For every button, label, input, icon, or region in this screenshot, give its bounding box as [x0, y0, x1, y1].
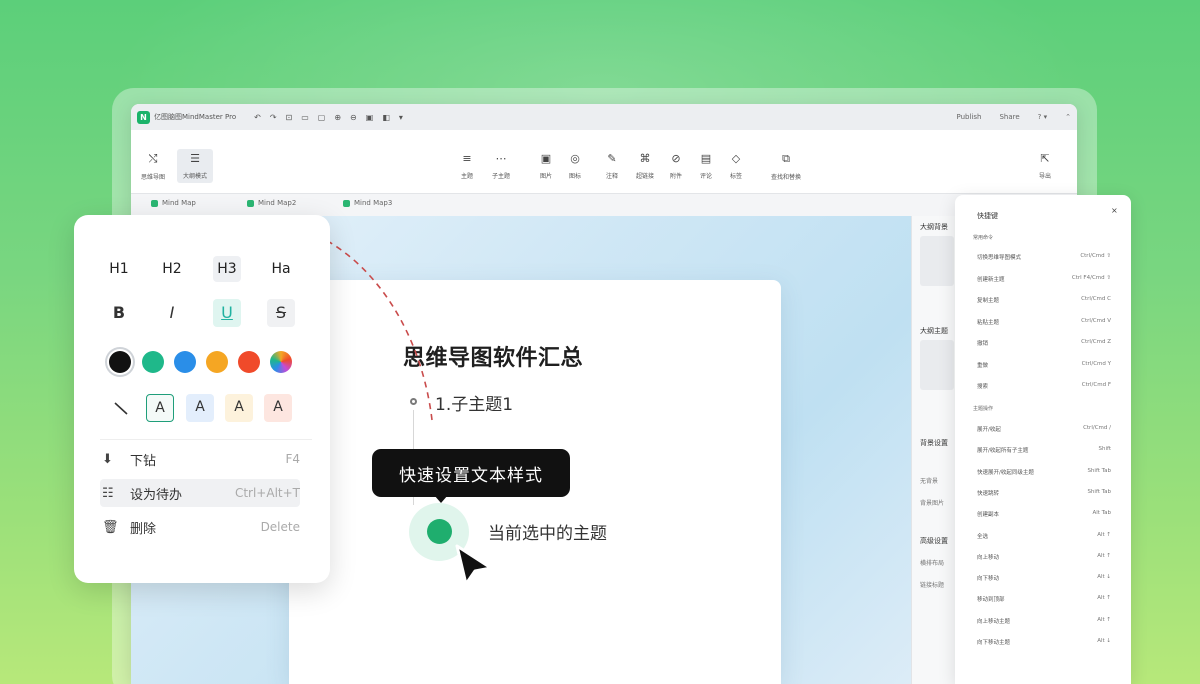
color-green-swatch[interactable]	[142, 351, 164, 373]
shortcut-key: Ctrl F4/Cmd ⇧	[1071, 274, 1111, 281]
shortcut-row: 复制主题 Ctrl/Cmd C	[977, 296, 1111, 304]
shortcut-label: 创建新主题	[977, 276, 1005, 283]
shortcut-label: 搜索	[977, 384, 989, 390]
shortcut-key: Ctrl/Cmd C	[1081, 296, 1111, 302]
shortcut-key: Shift	[1098, 446, 1111, 453]
color-black-swatch[interactable]	[109, 351, 131, 373]
bold-button[interactable]: B	[105, 299, 133, 327]
underline-button[interactable]: U	[213, 299, 241, 327]
shortcut-row: 向下移动主题 Alt ↓	[977, 638, 1111, 646]
shortcut-row: 展开/收起 Ctrl/Cmd /	[977, 425, 1111, 433]
trash-icon: 🗑	[102, 519, 119, 535]
shortcut-label: 展开/收起所有子主题	[977, 448, 1029, 455]
shortcut-row: 快速展开/收起同级主题 Shift Tab	[977, 468, 1111, 476]
heading-h2-button[interactable]: H2	[158, 256, 186, 282]
popup-divider	[100, 439, 312, 440]
shortcut-label: 重做	[977, 362, 989, 369]
shortcut-label: 粘贴主题	[977, 319, 1000, 326]
heading-ha-button[interactable]: Ha	[267, 256, 295, 282]
shortcut-key: Alt Tab	[1092, 510, 1111, 517]
shortcut-key: Ctrl/Cmd V	[1081, 317, 1111, 324]
menu-set-as-todo[interactable]: ☷ 设为待办 Ctrl+Alt+T	[100, 479, 300, 507]
heading-h1-button[interactable]: H1	[105, 256, 133, 282]
shortcut-key: Alt ↑	[1097, 531, 1111, 538]
shortcut-label: 快速展开/收起同级主题	[977, 469, 1034, 476]
shortcut-label: 复制主题	[977, 298, 1000, 304]
shortcut-label: 撤销	[977, 341, 989, 347]
color-orange-swatch[interactable]	[206, 351, 228, 373]
no-fill-icon	[114, 402, 128, 415]
shortcut-key: Alt ↑	[1097, 616, 1111, 623]
shortcut-label: 向下移动主题	[977, 640, 1011, 646]
shortcut-row: 快速跳转 Shift Tab	[977, 489, 1111, 497]
text-box-style-blue[interactable]: A	[186, 394, 214, 422]
text-box-style-outline[interactable]: A	[146, 394, 174, 422]
shortcut-label: 向上移动主题	[977, 618, 1011, 625]
shortcut-row: 向下移动 Alt ↓	[977, 574, 1111, 582]
shortcut-row: 搜索 Ctrl/Cmd F	[977, 382, 1111, 390]
shortcut-key: Ctrl/Cmd /	[1083, 425, 1111, 431]
shortcut-row: 创建副本 Alt Tab	[977, 510, 1111, 518]
shortcut-key: Shift Tab	[1087, 467, 1111, 474]
shortcut-row: 全选 Alt ↑	[977, 532, 1111, 540]
shortcut-key: Alt ↑	[1097, 595, 1111, 602]
shortcut-label: 快速跳转	[977, 490, 1000, 497]
no-fill-button[interactable]	[107, 394, 135, 422]
strikethrough-button[interactable]: S	[267, 299, 295, 327]
shortcut-label: 全选	[977, 533, 989, 540]
shortcut-row: 向上移动 Alt ↑	[977, 553, 1111, 561]
shortcut-label: 向下移动	[977, 576, 1000, 583]
shortcut-row: 粘贴主题 Ctrl/Cmd V	[977, 318, 1111, 326]
shortcut-key: Alt ↓	[1097, 574, 1111, 581]
shortcut-row: 创建新主题 Ctrl F4/Cmd ⇧	[977, 275, 1111, 283]
shortcut-panel-title: 快捷键	[977, 212, 998, 220]
shortcut-label: 展开/收起	[977, 427, 1001, 433]
shortcut-label: 创建副本	[977, 512, 1000, 519]
drill-down-icon: ⬇	[102, 451, 113, 467]
text-box-style-yellow[interactable]: A	[225, 394, 253, 422]
text-box-style-red[interactable]: A	[264, 394, 292, 422]
shortcut-row: 切换思维导图模式 Ctrl/Cmd ⇧	[977, 253, 1111, 261]
shortcut-row: 移动到顶部 Alt ↑	[977, 595, 1111, 603]
shortcut-panel: 快捷键 × 常用命令 主题操作 切换思维导图模式 Ctrl/Cmd ⇧ 创建新主题 C…	[955, 195, 1131, 684]
color-custom-swatch[interactable]	[270, 351, 292, 373]
italic-button[interactable]: I	[158, 299, 186, 327]
shortcut-label: 切换思维导图模式	[977, 255, 1022, 261]
text-style-popup: H1 H2 H3 Ha B I U S A A A A ⬇ 下钻 F4 ☷ 设为…	[74, 215, 330, 583]
shortcut-key: Shift Tab	[1087, 488, 1111, 495]
todo-icon: ☷	[102, 485, 114, 501]
shortcut-key: Alt ↓	[1097, 638, 1111, 644]
shortcut-row: 向上移动主题 Alt ↑	[977, 617, 1111, 625]
shortcut-key: Ctrl/Cmd F	[1081, 382, 1111, 388]
close-icon[interactable]: ×	[1111, 206, 1118, 215]
shortcut-label: 向上移动	[977, 554, 1000, 561]
color-red-swatch[interactable]	[238, 351, 260, 373]
shortcut-label: 移动到顶部	[977, 597, 1005, 604]
section-topic-operations: 主题操作	[973, 406, 994, 412]
shortcut-key: Ctrl/Cmd Y	[1081, 360, 1111, 367]
shortcut-key: Alt ↑	[1097, 552, 1111, 559]
shortcut-row: 撤销 Ctrl/Cmd Z	[977, 339, 1111, 347]
shortcut-row: 展开/收起所有子主题 Shift	[977, 446, 1111, 454]
menu-drill-down[interactable]: ⬇ 下钻 F4	[102, 445, 300, 473]
shortcut-key: Ctrl/Cmd ⇧	[1080, 253, 1111, 259]
section-common-commands: 常用命令	[973, 235, 994, 241]
menu-delete[interactable]: 🗑 删除 Delete	[102, 513, 300, 541]
shortcut-row: 重做 Ctrl/Cmd Y	[977, 361, 1111, 369]
color-blue-swatch[interactable]	[174, 351, 196, 373]
shortcut-key: Ctrl/Cmd Z	[1081, 339, 1111, 345]
heading-h3-button[interactable]: H3	[213, 256, 241, 282]
